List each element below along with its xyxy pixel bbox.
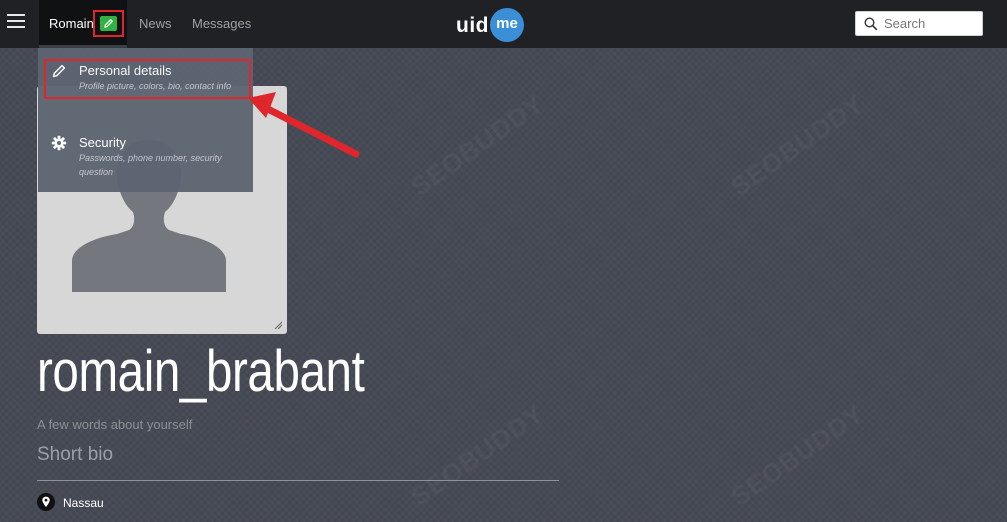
nav-item-user[interactable]: Romain [49, 16, 94, 31]
logo-text: uid [456, 14, 489, 37]
nav-item-news[interactable]: News [139, 16, 172, 31]
bio-label: A few words about yourself [37, 417, 193, 432]
bio-placeholder: Short bio [37, 444, 114, 465]
location-text: Nassau [63, 496, 104, 510]
top-navigation-bar: Romain News Messages uid me [0, 0, 1007, 48]
nav-item-messages[interactable]: Messages [192, 16, 251, 31]
search-input[interactable] [884, 15, 976, 32]
hamburger-menu-icon[interactable] [7, 14, 25, 30]
gear-icon [51, 135, 67, 151]
bio-input[interactable]: Short bio [37, 444, 559, 481]
location-pin-icon [37, 493, 55, 511]
resize-handle-icon[interactable] [274, 321, 282, 329]
edit-profile-button[interactable] [100, 16, 117, 31]
profile-username: romain_brabant [37, 339, 365, 404]
annotation-arrow-icon [248, 92, 360, 158]
search-icon [864, 17, 878, 31]
watermark: SEOBUDDY [725, 398, 870, 513]
annotation-highlight-box [44, 59, 251, 99]
edit-profile-highlight [93, 10, 124, 37]
menu-item-security[interactable]: Security Passwords, phone number, securi… [38, 132, 253, 180]
pencil-icon [104, 19, 113, 28]
menu-item-description: Passwords, phone number, security questi… [79, 153, 222, 177]
menu-item-title: Security [79, 135, 126, 150]
search-box[interactable] [855, 11, 983, 36]
logo-badge: me [490, 8, 524, 42]
location: Nassau [37, 493, 104, 516]
watermark: SEOBUDDY [405, 88, 550, 203]
watermark: SEOBUDDY [725, 88, 870, 203]
